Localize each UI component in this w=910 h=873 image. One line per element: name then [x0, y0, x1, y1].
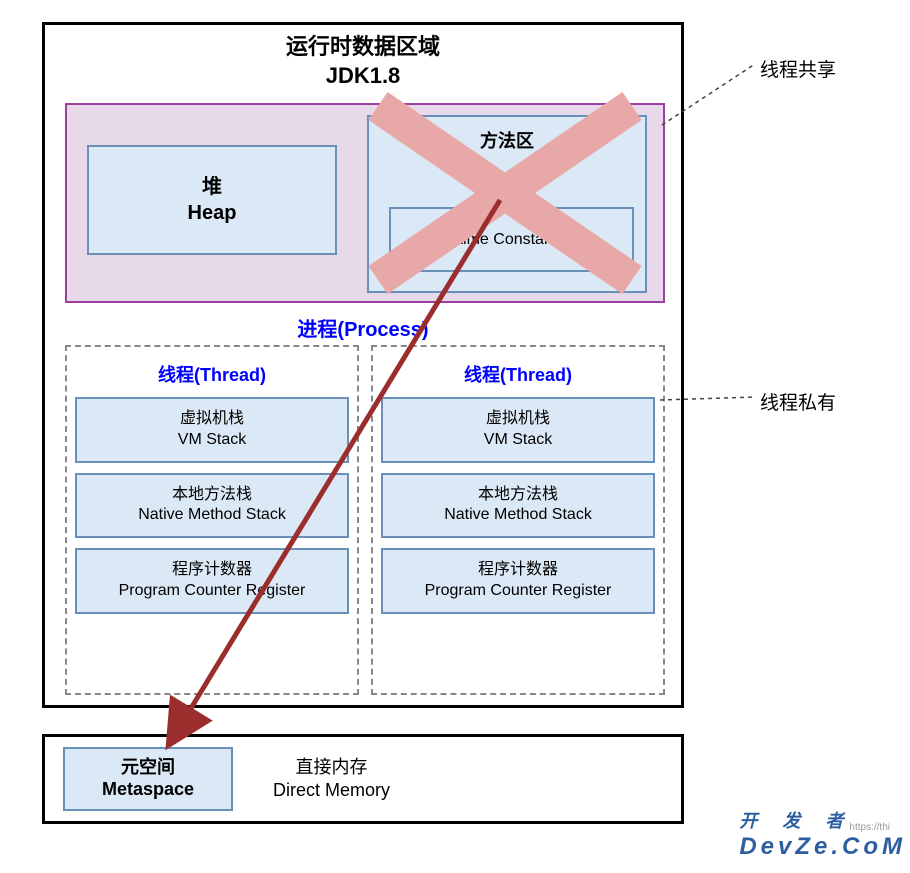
pc-register-box: 程序计数器 Program Counter Register [381, 548, 655, 614]
metaspace-box: 元空间 Metaspace [63, 747, 233, 810]
vm-stack-cn: 虚拟机栈 [81, 409, 343, 430]
vm-stack-en: VM Stack [387, 430, 649, 451]
native-stack-cn: 本地方法栈 [387, 485, 649, 506]
native-stack-box: 本地方法栈 Native Method Stack [75, 473, 349, 539]
title-cn: 运行时数据区域 [45, 33, 681, 62]
thread-title: 线程(Thread) [381, 355, 655, 397]
watermark: 开 发 者 DevZe.CoM [739, 807, 906, 861]
heap-box: 堆 Heap [87, 145, 337, 255]
vm-stack-box: 虚拟机栈 VM Stack [75, 397, 349, 463]
thread-box-1: 线程(Thread) 虚拟机栈 VM Stack 本地方法栈 Native Me… [65, 345, 359, 695]
thread-shared-area: 堆 Heap 方法区 Runtime Constant Pool [65, 103, 665, 303]
direct-memory-label: 直接内存 Direct Memory [273, 756, 390, 803]
pc-cn: 程序计数器 [81, 560, 343, 581]
pc-cn: 程序计数器 [387, 560, 649, 581]
method-area-label: 方法区 [369, 127, 645, 153]
method-area-box: 方法区 Runtime Constant Pool [367, 115, 647, 293]
process-label: 进程(Process) [45, 313, 681, 342]
rcp-label: Runtime Constant Pool [429, 231, 594, 249]
diagram-title: 运行时数据区域 JDK1.8 [45, 25, 681, 90]
runtime-constant-pool-box: Runtime Constant Pool [389, 207, 634, 272]
thread-box-2: 线程(Thread) 虚拟机栈 VM Stack 本地方法栈 Native Me… [371, 345, 665, 695]
native-memory-box: 元空间 Metaspace 直接内存 Direct Memory [42, 734, 684, 824]
pc-en: Program Counter Register [387, 581, 649, 602]
vm-stack-en: VM Stack [81, 430, 343, 451]
direct-cn: 直接内存 [273, 756, 390, 779]
runtime-data-area-box: 运行时数据区域 JDK1.8 堆 Heap 方法区 Runtime Consta… [42, 22, 684, 708]
native-stack-cn: 本地方法栈 [81, 485, 343, 506]
pc-register-box: 程序计数器 Program Counter Register [75, 548, 349, 614]
watermark-top: 开 发 者 [739, 807, 906, 833]
shared-annotation: 线程共享 [760, 55, 836, 82]
vm-stack-box: 虚拟机栈 VM Stack [381, 397, 655, 463]
metaspace-cn: 元空间 [65, 757, 231, 779]
direct-en: Direct Memory [273, 779, 390, 802]
threads-row: 线程(Thread) 虚拟机栈 VM Stack 本地方法栈 Native Me… [65, 345, 665, 695]
thread-title: 线程(Thread) [75, 355, 349, 397]
heap-label-en: Heap [188, 200, 237, 226]
heap-label-cn: 堆 [202, 174, 222, 200]
native-stack-en: Native Method Stack [387, 505, 649, 526]
title-en: JDK1.8 [45, 62, 681, 91]
vm-stack-cn: 虚拟机栈 [387, 409, 649, 430]
native-stack-box: 本地方法栈 Native Method Stack [381, 473, 655, 539]
pc-en: Program Counter Register [81, 581, 343, 602]
private-annotation: 线程私有 [760, 388, 836, 415]
native-stack-en: Native Method Stack [81, 505, 343, 526]
watermark-text: DevZe.CoM [739, 833, 906, 861]
metaspace-en: Metaspace [65, 779, 231, 801]
